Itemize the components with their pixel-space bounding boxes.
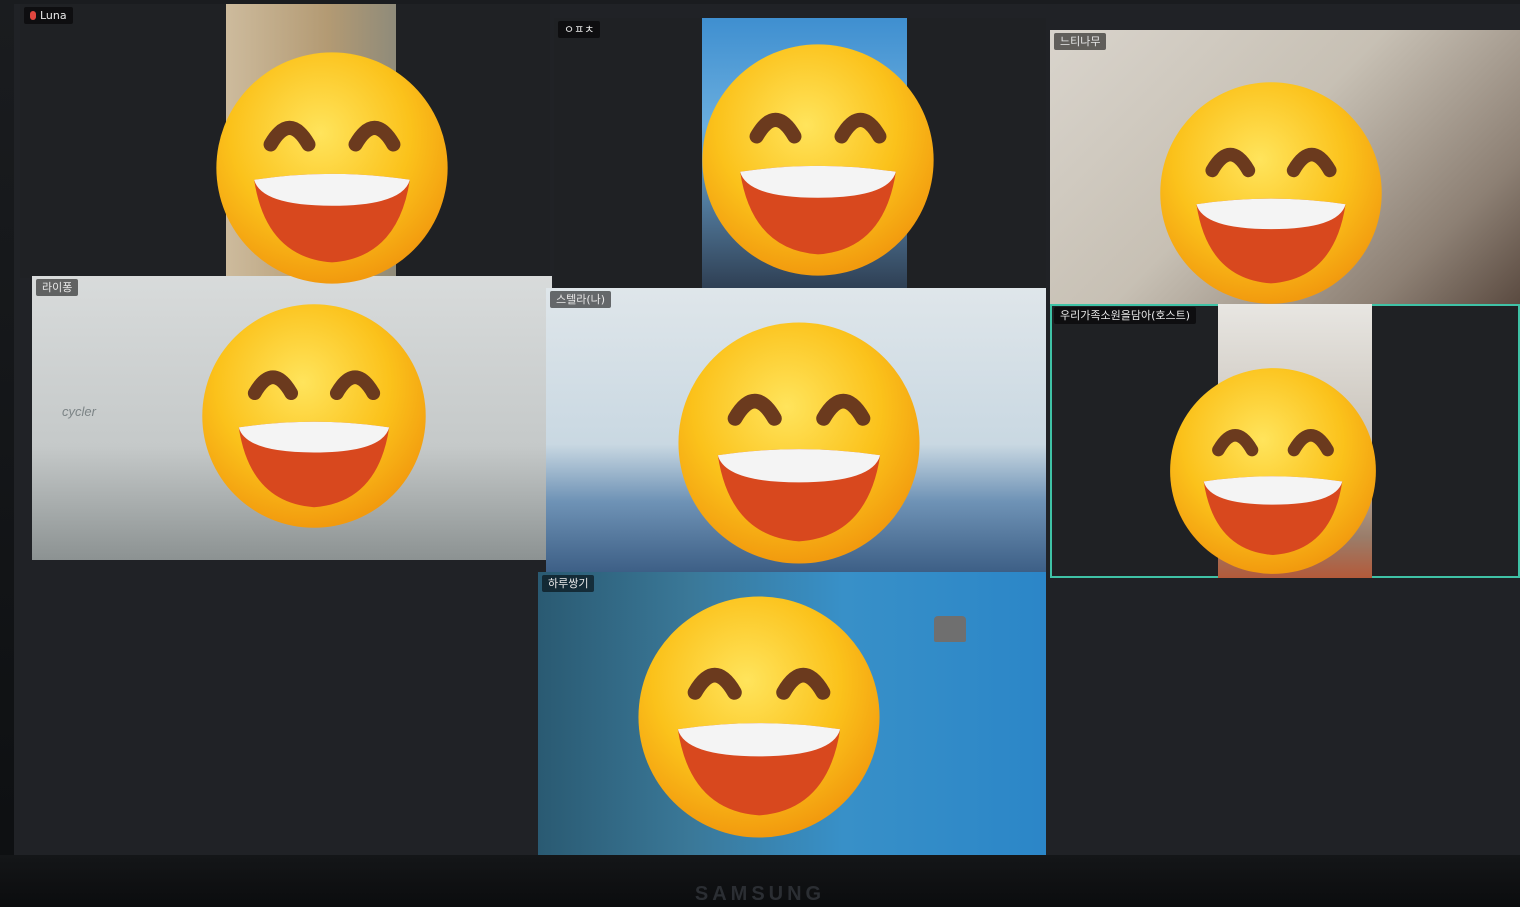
participant-name-label: Luna (24, 7, 73, 24)
grinning-face-emoji (700, 42, 936, 278)
participant-name-label: ㅇㅍㅊ (558, 21, 601, 38)
muted-mic-icon (30, 11, 36, 20)
participant-name-label: 느티나무 (1054, 33, 1107, 50)
wall-sign-text: cycler (62, 404, 96, 419)
participant-name-label: 스텔라(나) (550, 291, 612, 308)
participant-name-label: 라이퐁 (36, 279, 79, 296)
grinning-face-emoji (1168, 366, 1378, 576)
participant-name-label: 하루쌍기 (542, 575, 595, 592)
grinning-face-emoji (676, 320, 922, 566)
floor-lamp (934, 616, 966, 642)
participant-name-label: 우리가족소원을담아(호스트) (1054, 307, 1197, 324)
grinning-face-emoji (200, 302, 428, 530)
grinning-face-emoji (636, 594, 882, 840)
grinning-face-emoji (1158, 80, 1384, 306)
grinning-face-emoji (214, 50, 450, 286)
monitor-brand-logo: SAMSUNG (694, 883, 826, 905)
